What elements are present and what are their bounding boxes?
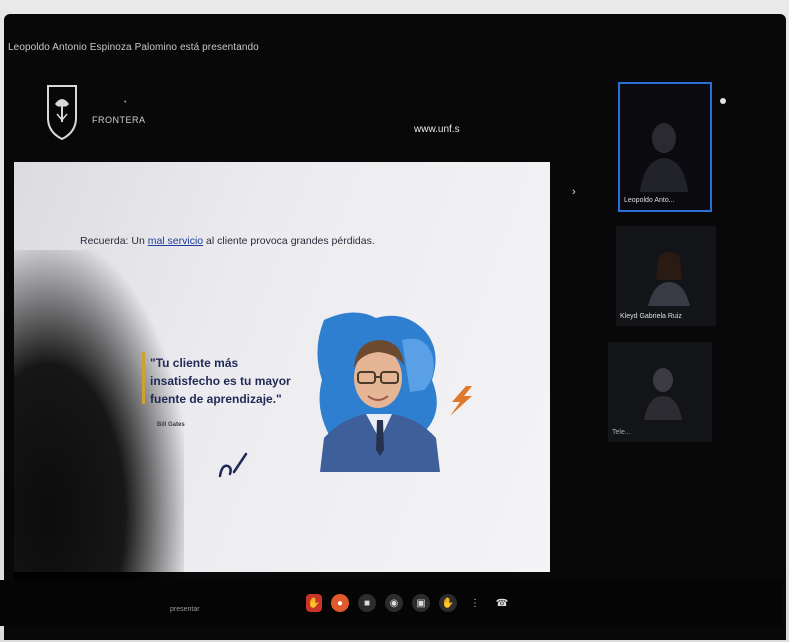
participant-name: Leopoldo Anto... — [624, 197, 675, 204]
heading-text-end: al cliente provoca grandes pérdidas. — [203, 235, 375, 247]
quote-line-1: "Tu cliente más — [150, 356, 239, 370]
heading-link[interactable]: mal servicio — [148, 235, 203, 247]
heading-text-start: Recuerda: Un — [80, 235, 148, 247]
lightning-bolt-icon — [450, 386, 472, 416]
quote-accent-bar — [142, 352, 145, 404]
participant-tile[interactable]: Kleyd Gabriela Ruiz — [616, 226, 716, 326]
sidebar-arrow-icon[interactable]: › — [572, 186, 576, 198]
more-options-button[interactable]: ⋮ — [466, 594, 484, 612]
participant-name: Tele... — [612, 429, 631, 436]
leave-call-button[interactable]: ☎ — [493, 594, 511, 612]
quote-author: Bill Gates — [157, 422, 185, 428]
participant-tile[interactable]: Leopoldo Anto... — [618, 82, 712, 212]
photo-glare-shadow — [14, 250, 184, 580]
captions-button[interactable]: ◉ — [385, 594, 403, 612]
slide-url: www.unf.s — [414, 124, 460, 135]
bottom-bar-label: presentar — [170, 606, 200, 613]
camera-button[interactable]: ■ — [358, 594, 376, 612]
participant-video-icon — [640, 123, 688, 192]
slide-heading: Recuerda: Un mal servicio al cliente pro… — [80, 235, 375, 247]
present-button[interactable]: ▣ — [412, 594, 430, 612]
logo-mark: • — [124, 99, 127, 106]
university-shield-icon — [47, 85, 77, 141]
participant-tile[interactable]: Tele... — [608, 342, 712, 442]
mic-off-button[interactable]: ● — [331, 594, 349, 612]
quote-line-2: insatisfecho es tu mayor — [150, 374, 291, 388]
squiggle-decoration-icon — [218, 452, 248, 478]
participant-name: Kleyd Gabriela Ruiz — [620, 313, 682, 320]
participant-video-icon — [644, 368, 682, 420]
institution-name: FRONTERA — [92, 115, 146, 125]
meeting-toolbar: ✋ ● ■ ◉ ▣ ✋ ⋮ ☎ — [306, 590, 511, 616]
presenter-banner: Leopoldo Antonio Espinoza Palomino está … — [8, 42, 259, 53]
bill-gates-portrait-image — [317, 312, 440, 472]
tile-options-icon[interactable] — [720, 98, 726, 104]
participant-video-icon — [648, 252, 690, 306]
quote-line-3: fuente de aprendizaje." — [150, 392, 282, 406]
raise-hand-button[interactable]: ✋ — [306, 594, 322, 612]
hand-button[interactable]: ✋ — [439, 594, 457, 612]
